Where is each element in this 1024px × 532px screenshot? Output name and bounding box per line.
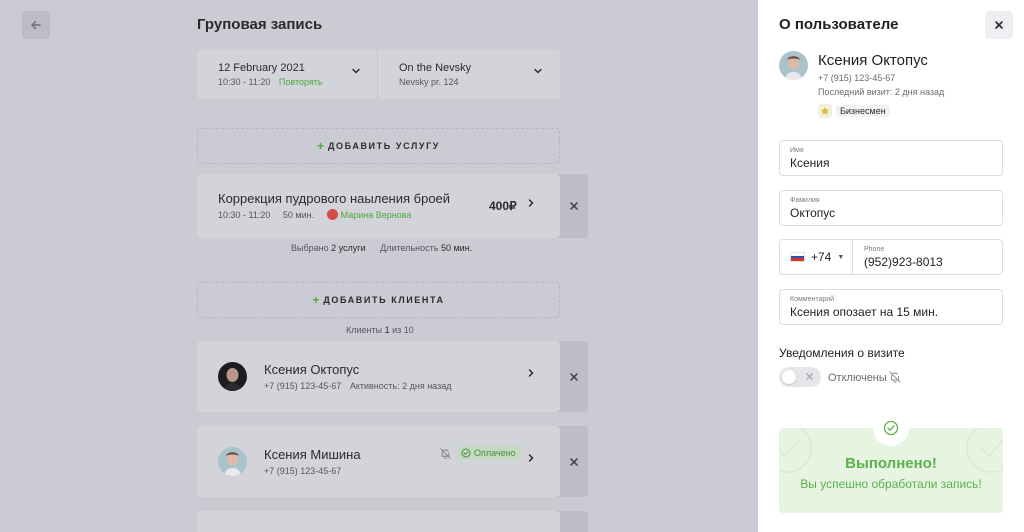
page-title: Груповая запись: [197, 16, 323, 33]
first-name-field[interactable]: Имя Ксения: [779, 140, 1003, 176]
user-avatar: [779, 51, 808, 80]
check-circle-icon: [883, 420, 899, 436]
last-name-field[interactable]: Фамилия Октопус: [779, 190, 1003, 226]
chevron-right-icon: [528, 454, 534, 462]
comment-field[interactable]: Комментарий Ксения опозает на 15 мин.: [779, 289, 1003, 325]
close-icon: [995, 21, 1003, 29]
service-time: 10:30 - 11:20: [218, 210, 271, 220]
add-service-label: ДОБАВИТЬ УСЛУГУ: [328, 141, 440, 151]
duration-value: 50 мин.: [440, 243, 473, 253]
service-master: Марина Вернова: [340, 210, 412, 220]
last-name-label: Фамилия: [790, 197, 820, 204]
date-value: 12 February 2021: [218, 62, 305, 74]
client-card[interactable]: Ксения Октопус +7 (915) 123-45-67 Активн…: [197, 341, 560, 412]
client-avatar: [218, 362, 247, 391]
phone-label: Phone: [864, 246, 885, 253]
datetime-selector[interactable]: 12 February 2021 10:30 - 11:20 Повторять: [197, 50, 377, 99]
add-service-button[interactable]: + ДОБАВИТЬ УСЛУГУ: [197, 128, 560, 164]
last-name-value: Октопус: [790, 206, 836, 220]
panel-title: О пользователе: [779, 16, 899, 33]
bell-off-icon: [889, 371, 901, 383]
time-value: 10:30 - 11:20: [218, 77, 271, 87]
success-badge: [873, 410, 909, 446]
chevron-right-icon: [528, 199, 534, 207]
arrow-left-icon: [31, 20, 41, 30]
success-text: Вы успешно обработали запись!: [800, 477, 982, 491]
close-button[interactable]: [985, 11, 1013, 39]
selected-value: 2 услуги: [331, 243, 366, 253]
toggle-off-icon: [806, 373, 813, 380]
datetime-location-card: 12 February 2021 10:30 - 11:20 Повторять…: [197, 50, 560, 99]
clients-count-label: Клиенты: [346, 325, 383, 335]
user-name: Ксения Октопус: [818, 52, 928, 69]
client-name: Ксения Октопус: [264, 362, 360, 377]
caret-down-icon: ▼: [837, 253, 845, 261]
repeat-link[interactable]: Повторять: [279, 77, 323, 87]
user-tag-label: Бизнесмен: [836, 104, 890, 117]
client-card[interactable]: Ксения Мишина +7 (915) 123-45-67 Оплачен…: [197, 426, 560, 497]
country-code-value: +74: [811, 250, 832, 264]
location-selector[interactable]: On the Nevsky Nevsky pr. 124: [378, 50, 560, 99]
user-tag: Бизнесмен: [818, 103, 890, 118]
booking-page: Груповая запись 12 February 2021 10:30 -…: [0, 0, 758, 532]
service-price: 400₽: [489, 199, 517, 213]
notifications-state: Отключены: [828, 372, 887, 384]
toggle-knob: [782, 370, 796, 384]
location-address: Nevsky pr. 124: [399, 77, 459, 87]
clients-count-of: из 10: [392, 325, 414, 335]
plus-icon: +: [312, 293, 320, 307]
duration-label: Длительность: [380, 243, 439, 253]
star-icon: [818, 103, 832, 118]
first-name-value: Ксения: [790, 156, 830, 170]
master-avatar: [326, 209, 338, 221]
client-phone: +7 (915) 123-45-67: [264, 466, 342, 476]
russia-flag-icon: [790, 252, 805, 262]
add-client-button[interactable]: + ДОБАВИТЬ КЛИЕНТА: [197, 282, 560, 318]
notifications-toggle[interactable]: [779, 367, 821, 387]
paid-badge: Оплачено: [458, 446, 521, 460]
user-panel: О пользователе Ксения Октопус +7 (915) 1…: [758, 0, 1024, 532]
first-name-label: Имя: [790, 147, 804, 154]
client-phone: +7 (915) 123-45-67: [264, 381, 342, 391]
client-card[interactable]: [197, 511, 560, 532]
services-summary: Выбрано 2 услуги Длительность 50 мин.: [291, 243, 472, 253]
chevron-down-icon: [352, 68, 360, 74]
comment-label: Комментарий: [790, 296, 835, 303]
service-card[interactable]: Коррекция пудрового наыления броей 10:30…: [197, 174, 560, 238]
chevron-down-icon: [534, 68, 542, 74]
phone-input[interactable]: Phone (952)923-8013: [854, 240, 1002, 274]
client-name: Ксения Мишина: [264, 447, 361, 462]
phone-value: (952)923-8013: [864, 255, 943, 269]
check-circle-icon: [461, 448, 471, 458]
comment-value: Ксения опозает на 15 мин.: [790, 305, 939, 319]
client-activity: Активность: 2 дня назад: [349, 381, 452, 391]
bell-off-icon: [440, 448, 451, 459]
clients-count-value: 1: [384, 325, 390, 335]
plus-icon: +: [317, 139, 325, 153]
add-client-label: ДОБАВИТЬ КЛИЕНТА: [323, 295, 445, 305]
clients-count: Клиенты 1 из 10: [346, 325, 414, 335]
notifications-title: Уведомления о визите: [779, 346, 905, 360]
phone-field-group: +74 ▼ Phone (952)923-8013: [779, 239, 1003, 275]
back-button[interactable]: [22, 11, 50, 39]
remove-client-icon[interactable]: [569, 457, 579, 467]
user-phone: +7 (915) 123-45-67: [818, 73, 896, 83]
client-avatar: [218, 447, 247, 476]
country-code-select[interactable]: +74 ▼: [780, 240, 853, 274]
success-title: Выполнено!: [845, 455, 937, 472]
service-title: Коррекция пудрового наыления броей: [218, 191, 451, 206]
remove-client-icon[interactable]: [569, 372, 579, 382]
service-duration: 50 мин.: [282, 210, 315, 220]
remove-service-icon[interactable]: [569, 201, 579, 211]
paid-badge-label: Оплачено: [474, 448, 516, 458]
user-last-visit: Последний визит: 2 дня назад: [818, 87, 945, 97]
chevron-right-icon: [528, 369, 534, 377]
location-name: On the Nevsky: [399, 62, 472, 74]
selected-label: Выбрано: [291, 243, 329, 253]
